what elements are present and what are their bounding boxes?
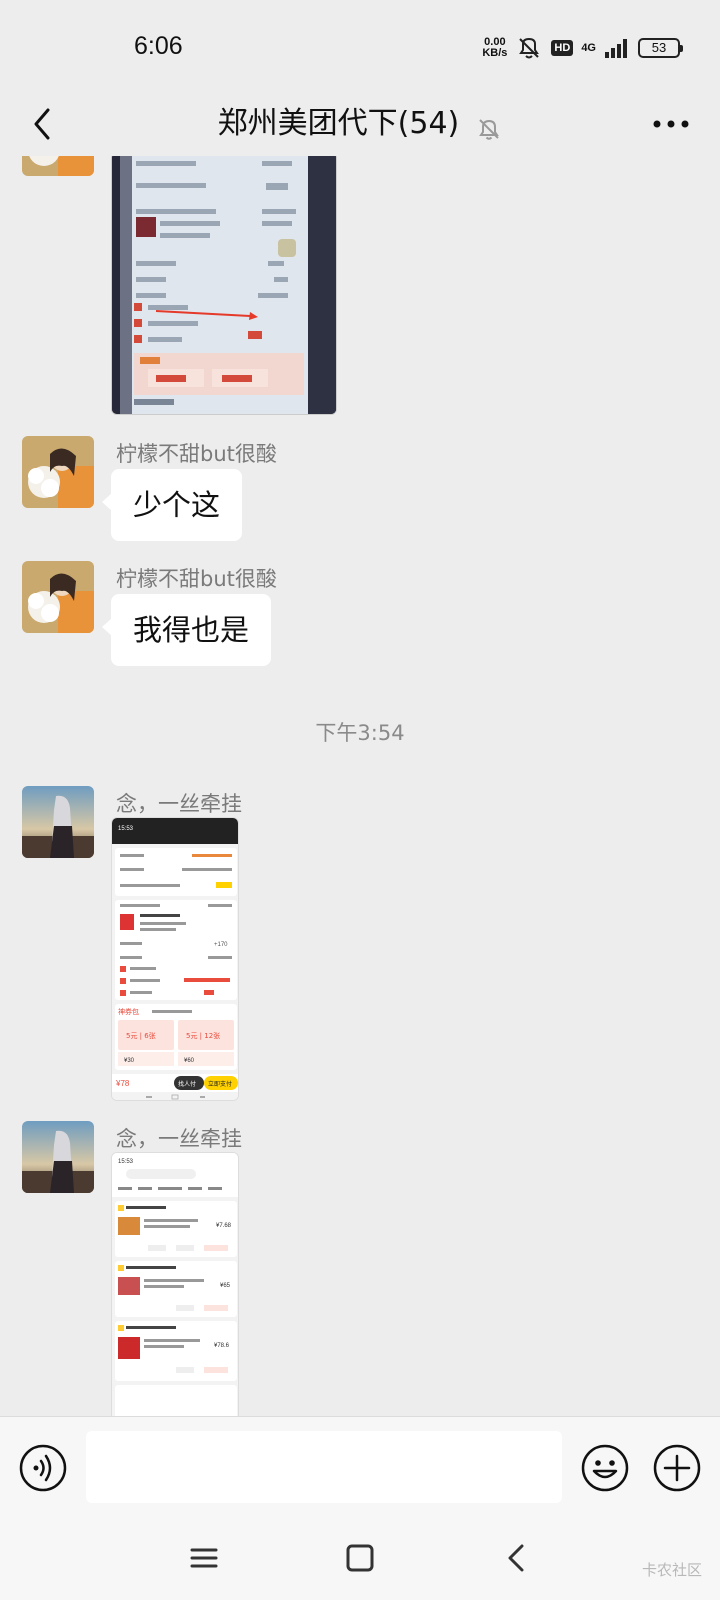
net-speed: 0.00 KB/s <box>482 37 507 59</box>
plus-circle-icon[interactable] <box>652 1443 702 1493</box>
shot3-price-1: ¥7.68 <box>216 1223 232 1229</box>
sender-name: 柠檬不甜but很酸 <box>116 442 277 466</box>
system-nav-bar: 卡农社区 <box>0 1516 720 1600</box>
avatar[interactable] <box>22 1121 94 1193</box>
shot-coupon-price-1: ¥30 <box>124 1058 135 1064</box>
image-message[interactable]: 15:53 +170 神券包 5元 | 6张 5元 | 12张 ¥30 ¥60 … <box>111 817 239 1101</box>
net-speed-unit: KB/s <box>482 47 508 59</box>
status-bar: 6:06 0.00 KB/s HD 4G 53 <box>0 0 720 92</box>
vibrate-off-icon <box>519 37 540 59</box>
avatar[interactable] <box>22 156 94 176</box>
avatar[interactable] <box>22 436 94 508</box>
menu-icon[interactable] <box>182 1538 226 1578</box>
voice-icon[interactable] <box>18 1443 68 1493</box>
timestamp: 下午3:54 <box>315 721 405 745</box>
message-bubble[interactable]: 少个这 <box>101 469 243 541</box>
home-icon[interactable] <box>338 1538 382 1578</box>
chat-header: 郑州美团代下(54) <box>0 92 720 156</box>
message-bubble[interactable]: 我得也是 <box>101 594 272 666</box>
watermark: 卡农社区 <box>641 1561 702 1579</box>
sender-name: 念，一丝牵挂 <box>116 792 242 816</box>
battery-indicator: 53 <box>638 38 683 58</box>
status-time: 6:06 <box>134 32 183 60</box>
chat-title[interactable]: 郑州美团代下(54) <box>218 106 460 141</box>
image-message[interactable]: 15:53 ¥7.68 ¥65 ¥78.6 <box>111 1152 239 1416</box>
shot3-price-3: ¥78.6 <box>214 1343 230 1349</box>
status-icons: 0.00 KB/s HD 4G 53 <box>482 34 683 62</box>
image-message[interactable] <box>111 156 337 415</box>
hd-badge: HD <box>551 40 574 56</box>
shot-coupon-title: 神券包 <box>118 1007 139 1016</box>
avatar[interactable] <box>22 561 94 633</box>
shot-pay-total: ¥78 <box>115 1079 130 1088</box>
shot-cta-pay: 立即支付 <box>208 1080 232 1088</box>
shot3-price-2: ¥65 <box>220 1283 231 1289</box>
network-label: 4G <box>581 42 596 54</box>
avatar[interactable] <box>22 786 94 858</box>
shot-cta-friend: 找人付 <box>178 1080 196 1088</box>
bell-off-icon <box>479 118 500 140</box>
message-input[interactable] <box>86 1431 562 1503</box>
shot3-time: 15:53 <box>118 1159 134 1165</box>
shot-total: +170 <box>214 942 228 948</box>
emoji-icon[interactable] <box>580 1443 630 1493</box>
sender-name: 柠檬不甜but很酸 <box>116 567 277 591</box>
sender-name: 念，一丝牵挂 <box>116 1127 242 1151</box>
shot-coupon-2: 5元 | 12张 <box>186 1031 220 1040</box>
back-triangle-icon[interactable] <box>494 1538 538 1578</box>
shot-time: 15:53 <box>118 826 134 832</box>
title-wrap: 郑州美团代下(54) <box>0 98 720 142</box>
input-bar <box>0 1416 720 1516</box>
chat-area[interactable]: 柠檬不甜but很酸 少个这 柠檬不甜but很酸 我得也是 下午3:54 念，一丝… <box>0 156 720 1416</box>
signal-icon <box>605 39 627 58</box>
shot-coupon-1: 5元 | 6张 <box>126 1031 156 1040</box>
shot-coupon-price-2: ¥60 <box>184 1058 195 1064</box>
more-dots-icon[interactable] <box>648 102 694 146</box>
